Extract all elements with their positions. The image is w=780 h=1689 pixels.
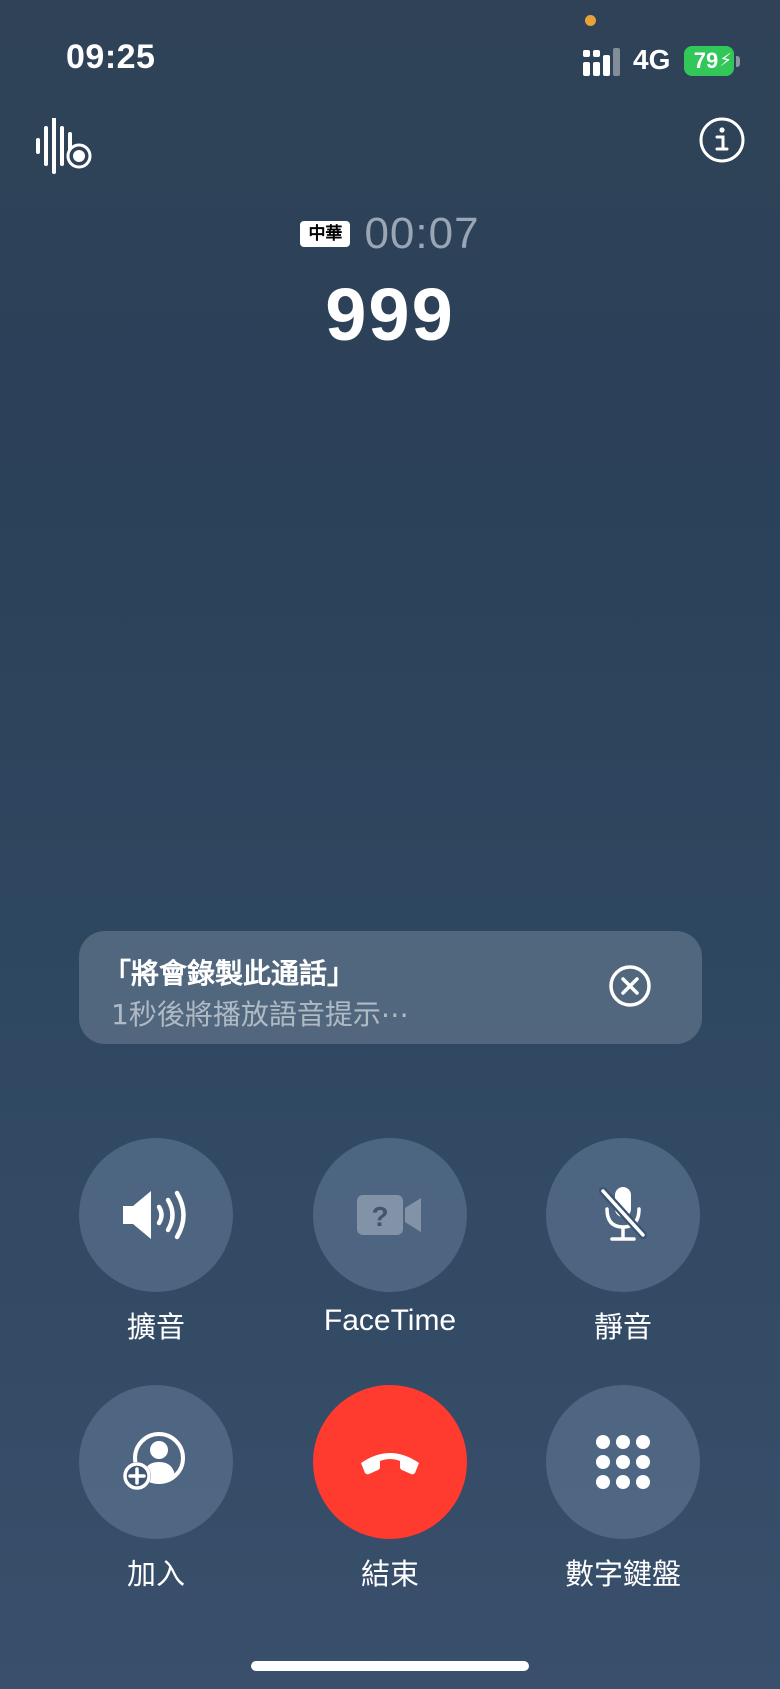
status-time: 09:25 xyxy=(66,38,156,76)
mute-microphone-icon xyxy=(599,1187,647,1241)
add-call-button[interactable] xyxy=(79,1385,233,1539)
svg-text:?: ? xyxy=(371,1201,388,1232)
end-call-label: 結束 xyxy=(360,1557,419,1591)
speaker-label: 擴音 xyxy=(126,1310,185,1344)
call-meta: 中華 00:07 xyxy=(300,209,480,258)
keypad-icon xyxy=(596,1435,650,1489)
home-indicator[interactable] xyxy=(251,1661,529,1671)
end-call-icon xyxy=(361,1453,419,1475)
call-header: 中華 00:07 999 xyxy=(0,209,780,357)
facetime-label: FaceTime xyxy=(323,1304,457,1337)
add-call-label: 加入 xyxy=(126,1557,185,1591)
info-icon[interactable] xyxy=(698,116,746,164)
speaker-button[interactable] xyxy=(79,1138,233,1292)
facetime-control: ? FaceTime xyxy=(313,1138,467,1338)
mute-button[interactable] xyxy=(546,1138,700,1292)
notice-subtitle: 1秒後將播放語音提示⋯ xyxy=(111,998,409,1031)
end-call-control: 結束 xyxy=(313,1385,467,1593)
mute-label: 靜音 xyxy=(593,1310,652,1344)
keypad-control: 數字鍵盤 xyxy=(546,1385,700,1593)
notice-title: 「將會錄製此通話」 xyxy=(103,957,356,990)
facetime-button[interactable]: ? xyxy=(313,1138,467,1292)
charging-bolt-icon: ⚡ xyxy=(719,50,732,71)
facetime-unavailable-icon: ? xyxy=(357,1195,421,1235)
keypad-button[interactable] xyxy=(546,1385,700,1539)
call-timer: 00:07 xyxy=(364,209,480,258)
cellular-signal-icon xyxy=(583,48,620,76)
network-type: 4G xyxy=(633,44,671,75)
privacy-indicator-dot xyxy=(585,15,596,26)
battery-cap xyxy=(736,56,740,67)
mute-control: 靜音 xyxy=(546,1138,700,1346)
add-call-control: 加入 xyxy=(79,1385,233,1593)
status-bar: 09:25 4G 79 ⚡ xyxy=(0,0,780,110)
close-circle-icon[interactable] xyxy=(605,961,655,1011)
carrier-badge: 中華 xyxy=(300,221,351,247)
speaker-icon xyxy=(123,1190,186,1240)
recording-notice: 「將會錄製此通話」 1秒後將播放語音提示⋯ xyxy=(79,931,702,1044)
phone-number: 999 xyxy=(325,273,455,356)
voice-waveform-record-icon[interactable] xyxy=(34,116,94,174)
battery-indicator: 79 ⚡ xyxy=(684,46,734,76)
add-call-icon xyxy=(123,1432,185,1490)
end-call-button[interactable] xyxy=(313,1385,467,1539)
keypad-label: 數字鍵盤 xyxy=(564,1557,681,1591)
speaker-control: 擴音 xyxy=(79,1138,233,1346)
